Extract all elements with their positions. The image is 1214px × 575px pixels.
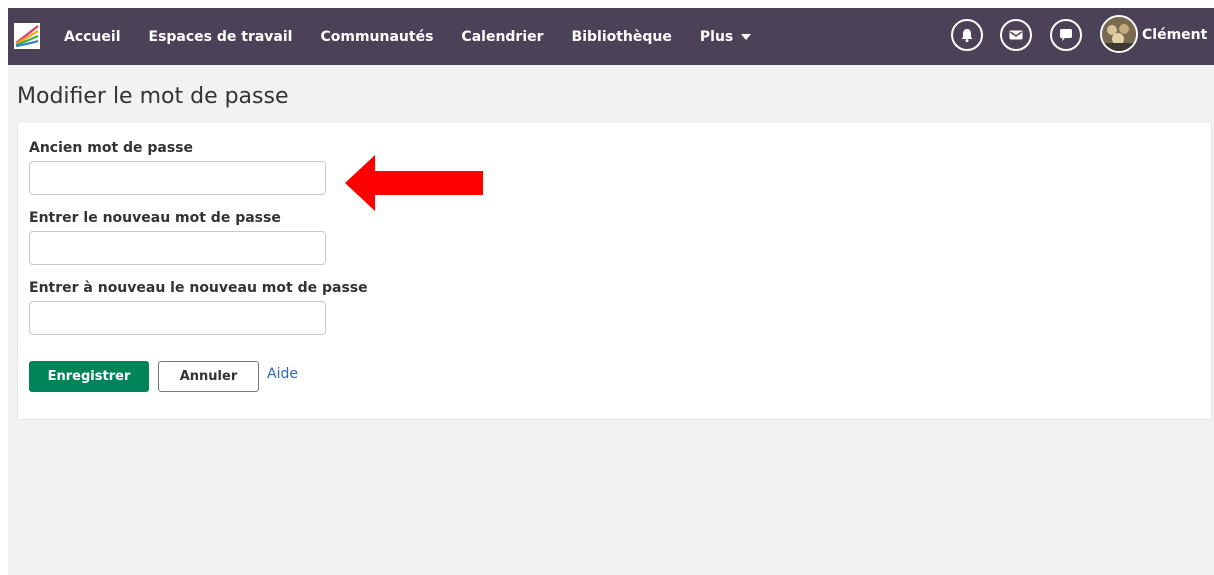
help-link[interactable]: Aide — [267, 366, 298, 382]
annotation-arrow-icon — [345, 155, 483, 211]
confirm-password-input[interactable] — [29, 301, 326, 335]
password-form-card: Ancien mot de passe Entrer le nouveau mo… — [17, 121, 1212, 420]
top-navigation-bar: Accueil Espaces de travail Communautés C… — [8, 8, 1214, 65]
notifications-button[interactable] — [951, 19, 983, 51]
nav-item-accueil[interactable]: Accueil — [64, 29, 121, 45]
old-password-input[interactable] — [29, 161, 326, 195]
new-password-input[interactable] — [29, 231, 326, 265]
bell-icon — [961, 29, 973, 43]
chat-button[interactable] — [1050, 19, 1082, 51]
messages-button[interactable] — [1000, 19, 1032, 51]
app-logo[interactable] — [14, 23, 40, 49]
nav-item-label: Communautés — [320, 28, 434, 45]
nav-item-calendrier[interactable]: Calendrier — [461, 29, 543, 45]
main-navigation: Accueil Espaces de travail Communautés C… — [64, 8, 779, 65]
nav-item-label: Plus — [699, 28, 734, 45]
user-name[interactable]: Clément — [1142, 27, 1207, 43]
nav-item-label: Espaces de travail — [148, 28, 293, 45]
confirm-password-label: Entrer à nouveau le nouveau mot de passe — [29, 280, 368, 296]
page-title: Modifier le mot de passe — [17, 84, 289, 109]
nav-item-communautes[interactable]: Communautés — [320, 29, 433, 45]
nav-item-plus[interactable]: Plus — [699, 28, 752, 45]
nav-item-bibliotheque[interactable]: Bibliothèque — [572, 29, 672, 45]
cancel-button[interactable]: Annuler — [158, 361, 259, 392]
save-button[interactable]: Enregistrer — [29, 361, 149, 392]
user-avatar[interactable] — [1100, 15, 1138, 53]
new-password-label: Entrer le nouveau mot de passe — [29, 210, 281, 226]
nav-item-espaces-de-travail[interactable]: Espaces de travail — [149, 29, 293, 45]
app-window: Accueil Espaces de travail Communautés C… — [8, 8, 1214, 575]
old-password-label: Ancien mot de passe — [29, 140, 194, 156]
mail-icon — [1009, 30, 1023, 40]
nav-item-label: Accueil — [64, 28, 121, 45]
chat-icon — [1060, 29, 1072, 41]
nav-item-label: Calendrier — [461, 28, 544, 45]
caret-down-icon — [741, 33, 752, 40]
nav-item-label: Bibliothèque — [571, 28, 672, 45]
